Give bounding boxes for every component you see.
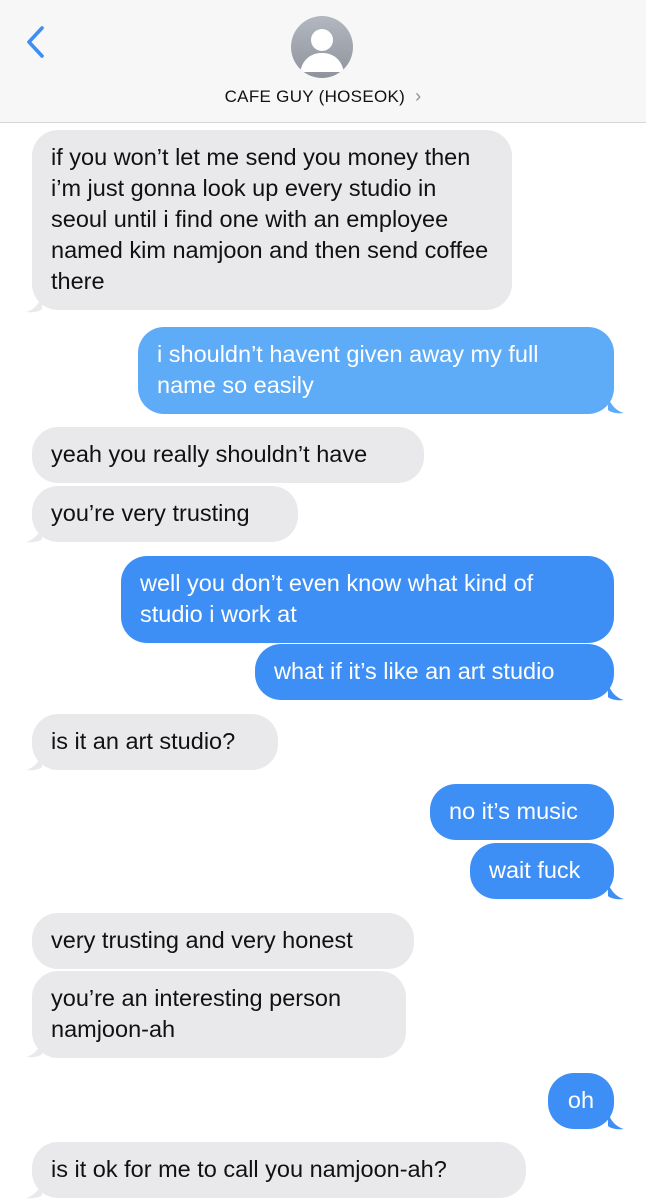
message-text: you’re very trusting — [51, 500, 250, 526]
message-bubble-outgoing[interactable]: no it’s music — [430, 784, 614, 840]
bubble-tail — [608, 882, 624, 900]
bubble-tail — [608, 683, 624, 701]
bubble-tail — [26, 1181, 42, 1199]
contact-avatar[interactable] — [291, 16, 353, 78]
chevron-left-icon — [27, 26, 44, 58]
message-text: very trusting and very honest — [51, 927, 353, 953]
message-bubble-incoming[interactable]: you’re an interesting person namjoon-ah — [32, 971, 406, 1058]
message-bubble-incoming[interactable]: if you won’t let me send you money then … — [32, 130, 512, 310]
message-bubble-outgoing[interactable]: oh — [548, 1073, 614, 1129]
message-text: if you won’t let me send you money then … — [51, 144, 489, 294]
message-bubble-incoming[interactable]: is it ok for me to call you namjoon-ah? — [32, 1142, 526, 1198]
bubble-tail — [26, 525, 42, 543]
bubble-tail — [608, 396, 624, 414]
contact-name-button[interactable]: CAFE GUY (HOSEOK) › — [0, 86, 646, 110]
person-silhouette-icon — [300, 29, 344, 72]
message-text: is it ok for me to call you namjoon-ah? — [51, 1156, 447, 1182]
chevron-right-icon: › — [415, 86, 422, 106]
conversation-header: CAFE GUY (HOSEOK) › — [0, 0, 646, 123]
message-text: i shouldn’t havent given away my full na… — [157, 341, 539, 398]
message-bubble-outgoing[interactable]: what if it’s like an art studio — [255, 644, 614, 700]
message-text: oh — [567, 1087, 595, 1113]
message-text: you’re an interesting person namjoon-ah — [51, 985, 342, 1042]
bubble-tail — [26, 1040, 42, 1058]
message-thread[interactable]: if you won’t let me send you money then … — [0, 122, 646, 1200]
bubble-tail — [26, 753, 42, 771]
message-bubble-outgoing[interactable]: i shouldn’t havent given away my full na… — [138, 327, 614, 414]
contact-name: CAFE GUY (HOSEOK) — [224, 87, 406, 106]
message-bubble-incoming[interactable]: very trusting and very honest — [32, 913, 414, 969]
message-bubble-outgoing[interactable]: wait fuck — [470, 843, 614, 899]
message-text: is it an art studio? — [51, 728, 236, 754]
bubble-tail — [26, 295, 42, 313]
back-button[interactable] — [22, 22, 52, 62]
message-bubble-incoming[interactable]: yeah you really shouldn’t have — [32, 427, 424, 483]
message-bubble-incoming[interactable]: you’re very trusting — [32, 486, 298, 542]
message-bubble-outgoing[interactable]: well you don’t even know what kind of st… — [121, 556, 614, 643]
message-text: yeah you really shouldn’t have — [51, 441, 368, 467]
message-bubble-incoming[interactable]: is it an art studio? — [32, 714, 278, 770]
bubble-tail — [608, 1112, 624, 1130]
message-text: wait fuck — [489, 857, 581, 883]
message-text: what if it’s like an art studio — [274, 658, 555, 684]
message-text: no it’s music — [449, 798, 578, 824]
message-text: well you don’t even know what kind of st… — [140, 570, 534, 627]
